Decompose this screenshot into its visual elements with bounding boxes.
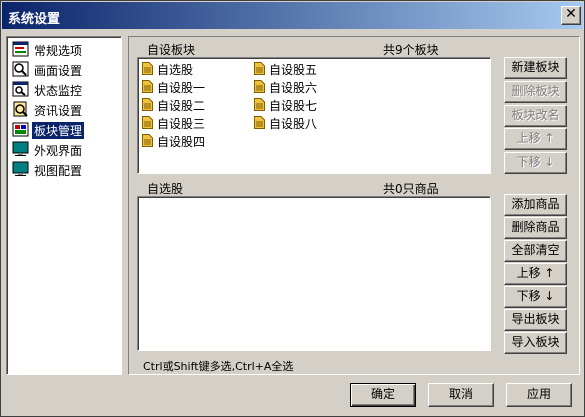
document-icon [254, 80, 265, 93]
board-management-icon [12, 122, 29, 137]
clear-all-button[interactable]: 全部清空 [504, 240, 567, 262]
board-name: 自设股二 [157, 99, 206, 113]
list-item[interactable]: 自设股六 [254, 78, 324, 95]
products-header: 自选股 [147, 182, 184, 196]
nav-item-appearance[interactable]: 外观界面 [10, 140, 118, 159]
list-item[interactable]: 自设股七 [254, 96, 324, 113]
nav-item-label: 外观界面 [34, 144, 83, 158]
document-icon [142, 116, 153, 129]
rename-board-button[interactable]: 板块改名 [504, 105, 567, 127]
products-list[interactable] [137, 196, 491, 351]
list-item[interactable]: 自设股八 [254, 114, 324, 131]
nav-item-label: 状态监控 [34, 84, 83, 98]
products-count: 共0只商品 [383, 182, 439, 196]
boards-count: 共9个板块 [383, 43, 439, 57]
window-title: 系统设置 [8, 12, 61, 27]
list-item[interactable]: 自设股五 [254, 60, 324, 77]
board-name: 自设股四 [157, 135, 206, 149]
product-move-up-button[interactable]: 上移 ↑ [504, 263, 567, 285]
document-icon [142, 62, 153, 75]
board-name: 自选股 [157, 63, 194, 77]
list-item[interactable]: 自设股一 [142, 78, 212, 95]
general-options-icon [12, 41, 29, 57]
close-button[interactable]: ✕ [561, 6, 581, 25]
nav-item-general[interactable]: 常规选项 [10, 40, 118, 59]
product-move-down-button[interactable]: 下移 ↓ [504, 286, 567, 308]
nav-item-status[interactable]: 状态监控 [10, 80, 118, 99]
board-name: 自设股五 [269, 63, 318, 77]
multi-select-hint: Ctrl或Shift键多选,Ctrl+A全选 [143, 360, 294, 373]
add-product-button[interactable]: 添加商品 [504, 194, 567, 216]
list-item[interactable]: 自设股四 [142, 132, 212, 149]
document-icon [142, 134, 153, 147]
document-icon [142, 80, 153, 93]
board-name: 自设股三 [157, 117, 206, 131]
board-name: 自设股六 [269, 81, 318, 95]
document-icon [254, 62, 265, 75]
appearance-icon [12, 141, 29, 156]
import-board-button[interactable]: 导入板块 [504, 332, 567, 354]
system-settings-window: 系统设置 ✕ 常规选项 画面设置 状态监控 资讯设置 板块管理 外观界面 视图配… [0, 0, 585, 417]
news-settings-icon [13, 101, 28, 117]
title-bar[interactable]: 系统设置 ✕ [2, 2, 583, 29]
nav-item-news[interactable]: 资讯设置 [10, 100, 118, 119]
ok-button[interactable]: 确定 [350, 383, 416, 407]
nav-item-label: 常规选项 [34, 44, 83, 58]
export-board-button[interactable]: 导出板块 [504, 309, 567, 331]
board-name: 自设股八 [269, 117, 318, 131]
nav-item-label: 视图配置 [34, 164, 83, 178]
nav-item-view-config[interactable]: 视图配置 [10, 160, 118, 179]
document-icon [142, 98, 153, 111]
boards-header: 自设板块 [147, 43, 196, 57]
list-item[interactable]: 自选股 [142, 60, 212, 77]
list-item[interactable]: 自设股二 [142, 96, 212, 113]
display-settings-icon [12, 61, 29, 77]
nav-item-label: 画面设置 [34, 64, 83, 78]
nav-item-label: 板块管理 [32, 122, 85, 139]
boards-list[interactable]: 自选股 自设股一 自设股二 自设股三 自设股四 自设股五 自设股六 自设股七 自… [137, 57, 491, 174]
close-icon: ✕ [565, 6, 577, 22]
delete-product-button[interactable]: 删除商品 [504, 217, 567, 239]
cancel-button[interactable]: 取消 [428, 383, 494, 407]
settings-nav-list[interactable]: 常规选项 画面设置 状态监控 资讯设置 板块管理 外观界面 视图配置 [6, 36, 122, 375]
document-icon [254, 116, 265, 129]
delete-board-button[interactable]: 删除板块 [504, 81, 567, 103]
board-move-down-button[interactable]: 下移 ↓ [504, 152, 567, 174]
board-name: 自设股七 [269, 99, 318, 113]
document-icon [254, 98, 265, 111]
nav-item-display[interactable]: 画面设置 [10, 60, 118, 79]
nav-item-label: 资讯设置 [34, 104, 83, 118]
status-monitor-icon [12, 81, 29, 97]
list-item[interactable]: 自设股三 [142, 114, 212, 131]
nav-item-board-management[interactable]: 板块管理 [10, 120, 118, 139]
board-management-panel: 自设板块 共9个板块 自选股 自设股一 自设股二 自设股三 自设股四 自设股五 … [128, 36, 580, 375]
new-board-button[interactable]: 新建板块 [504, 57, 567, 79]
board-name: 自设股一 [157, 81, 206, 95]
board-move-up-button[interactable]: 上移 ↑ [504, 128, 567, 150]
apply-button[interactable]: 应用 [506, 383, 572, 407]
view-config-icon [12, 161, 29, 176]
